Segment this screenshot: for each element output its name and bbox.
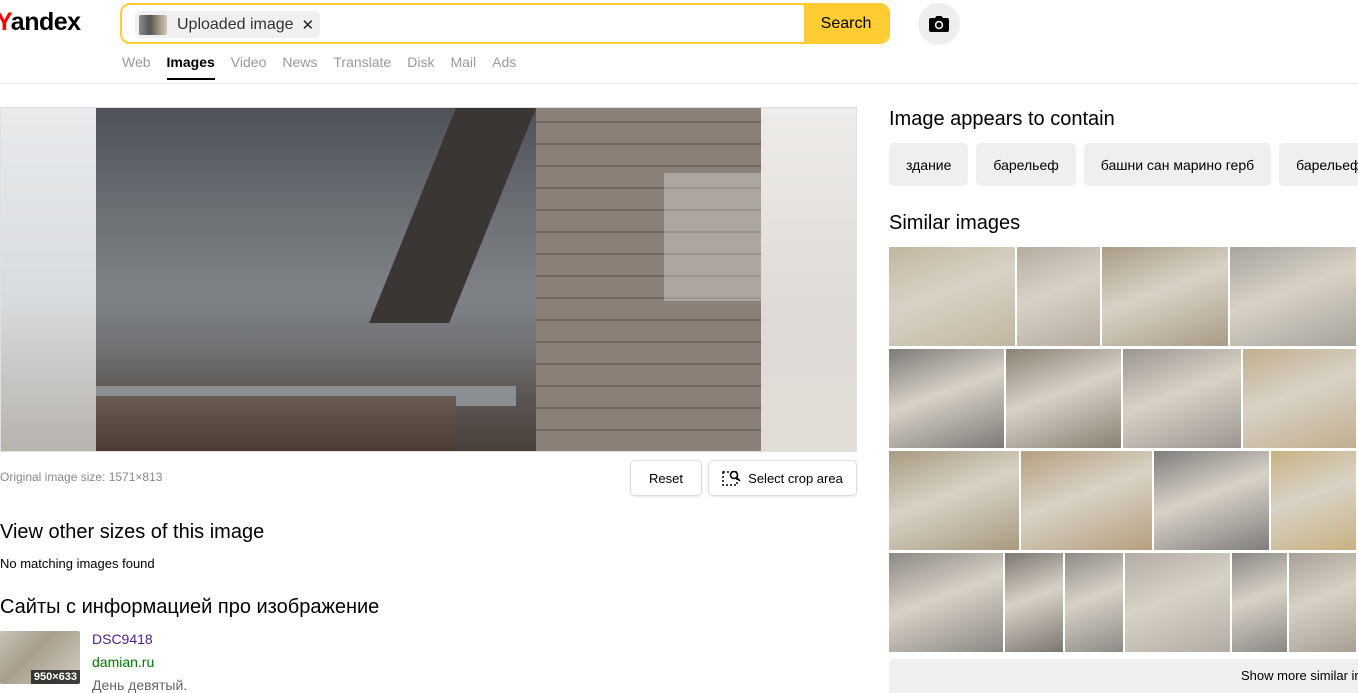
similar-image-thumbnail[interactable] — [1017, 247, 1100, 346]
similar-image-thumbnail[interactable] — [1005, 553, 1063, 652]
similar-image-thumbnail[interactable] — [1289, 553, 1356, 652]
service-tabs: Web Images Video News Translate Disk Mai… — [122, 54, 532, 80]
site-title-link[interactable]: DSC9418 — [92, 631, 153, 647]
crop-button-label: Select crop area — [748, 470, 843, 486]
close-icon[interactable]: ✕ — [302, 16, 315, 34]
similar-image-thumbnail[interactable] — [1125, 553, 1230, 652]
uploaded-image-thumbnail — [139, 14, 167, 35]
no-matching-images-text: No matching images found — [0, 556, 155, 571]
logo-text: andex — [10, 8, 81, 36]
tag-item[interactable]: башни сан марино герб — [1083, 143, 1272, 186]
similar-image-thumbnail[interactable] — [1006, 349, 1121, 448]
yandex-logo[interactable]: Yandex — [0, 8, 81, 37]
similar-image-thumbnail[interactable] — [889, 553, 1003, 652]
tag-item[interactable]: барельеф — [976, 143, 1076, 186]
tab-translate[interactable]: Translate — [333, 54, 391, 80]
show-more-label: Show more similar images — [1241, 668, 1358, 683]
photo-roof — [369, 108, 536, 323]
search-bar[interactable]: Uploaded image ✕ Search — [120, 3, 890, 44]
similar-image-thumbnail[interactable] — [1123, 349, 1241, 448]
similar-image-thumbnail[interactable] — [1102, 247, 1228, 346]
image-preview[interactable] — [0, 107, 857, 452]
similar-image-thumbnail[interactable] — [1271, 451, 1356, 550]
camera-search-button[interactable] — [918, 3, 960, 45]
contains-title: Image appears to contain — [889, 108, 1115, 130]
similar-image-thumbnail[interactable] — [889, 349, 1004, 448]
similar-image-thumbnail[interactable] — [1243, 349, 1356, 448]
tab-news[interactable]: News — [282, 54, 317, 80]
header-divider — [0, 83, 1358, 84]
crop-region-highlight[interactable] — [664, 173, 763, 301]
similar-images-title: Similar images — [889, 212, 1021, 234]
preview-blur-left — [1, 108, 96, 451]
tag-item[interactable]: здание — [889, 143, 969, 186]
uploaded-image-chip[interactable]: Uploaded image ✕ — [135, 11, 321, 38]
chip-label: Uploaded image — [177, 15, 294, 33]
tab-video[interactable]: Video — [231, 54, 267, 80]
reset-button[interactable]: Reset — [630, 460, 702, 496]
other-sizes-title: View other sizes of this image — [0, 521, 265, 543]
similar-image-thumbnail[interactable] — [1065, 553, 1123, 652]
similar-images-grid — [889, 247, 1358, 652]
site-snippet: День девятый. — [92, 677, 188, 693]
tag-list: здание барельеф башни сан марино герб ба… — [889, 143, 1358, 186]
show-more-button[interactable]: Show more similar images — [889, 659, 1358, 693]
site-domain-link[interactable]: damian.ru — [92, 654, 154, 670]
thumbnail-size-badge: 950×633 — [30, 670, 80, 684]
similar-image-thumbnail[interactable] — [1230, 247, 1356, 346]
site-thumbnail[interactable]: 950×633 — [0, 631, 80, 684]
tab-mail[interactable]: Mail — [450, 54, 476, 80]
similar-image-thumbnail[interactable] — [889, 451, 1019, 550]
uploaded-photo — [96, 108, 763, 451]
tab-ads[interactable]: Ads — [492, 54, 516, 80]
crop-search-icon — [722, 470, 741, 486]
search-button[interactable]: Search — [804, 5, 888, 42]
tag-item[interactable]: барельеф — [1279, 143, 1358, 186]
sites-title: Сайты с информацией про изображение — [0, 596, 380, 618]
tab-images[interactable]: Images — [166, 54, 215, 80]
tab-disk[interactable]: Disk — [407, 54, 434, 80]
logo-letter: Y — [0, 8, 11, 36]
similar-image-thumbnail[interactable] — [1232, 553, 1287, 652]
similar-image-thumbnail[interactable] — [1021, 451, 1152, 550]
tab-web[interactable]: Web — [122, 54, 151, 80]
similar-image-thumbnail[interactable] — [889, 247, 1015, 346]
original-image-size: Original image size: 1571×813 — [0, 470, 163, 484]
similar-image-thumbnail[interactable] — [1154, 451, 1269, 550]
camera-icon — [929, 16, 949, 32]
preview-blur-right — [761, 108, 856, 451]
photo-terrace — [96, 396, 456, 451]
select-crop-area-button[interactable]: Select crop area — [708, 460, 857, 496]
